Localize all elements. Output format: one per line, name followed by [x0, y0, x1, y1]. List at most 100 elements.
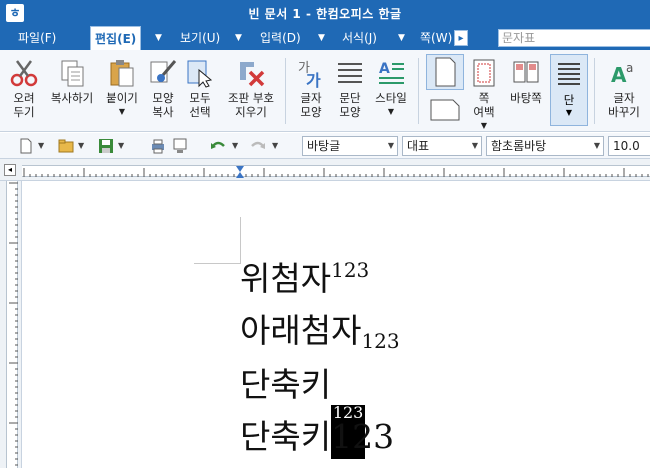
chevron-down-icon[interactable]: ▼ [272, 141, 278, 150]
window-title: 빈 문서 1 - 한컴오피스 한글 [248, 7, 402, 21]
tab-file[interactable]: 파일(F) [14, 26, 60, 50]
chevron-down-icon[interactable]: ▼ [235, 26, 242, 50]
chevron-down-icon[interactable]: ▼ [38, 141, 44, 150]
chevron-down-icon[interactable]: ▼ [100, 105, 144, 119]
chevron-down-icon[interactable]: ▼ [466, 119, 502, 133]
ruler-ticks [23, 166, 649, 178]
line-text: 단축키 [240, 365, 332, 404]
select-all-button[interactable]: 모두 선택 [182, 58, 218, 119]
open-folder-icon[interactable] [58, 138, 74, 154]
cut-button[interactable]: 오려 두기 [6, 58, 42, 119]
chevron-down-icon: ▼ [471, 141, 478, 150]
page-margin-icon [469, 58, 499, 88]
clear-codes-button[interactable]: 조판 부호 지우기 [222, 58, 280, 119]
style-select-value: 바탕글 [307, 139, 341, 153]
print-preview-icon[interactable] [172, 138, 188, 154]
new-document-icon[interactable] [18, 138, 34, 154]
tab-edit[interactable]: 편집(E) [90, 26, 142, 51]
char-shape-icon: 가가 [296, 58, 326, 90]
symbol-search-input[interactable]: 문자표 [498, 29, 650, 47]
chevron-down-icon[interactable]: ▼ [155, 26, 162, 50]
font-select[interactable]: 함초롬바탕 ▼ [486, 136, 604, 156]
font-select-value: 함초롬바탕 [491, 139, 547, 153]
landscape-button[interactable] [426, 96, 464, 127]
document-page[interactable]: 위첨자123 아래첨자123 단축키123 단축키123 [22, 181, 650, 468]
chevron-down-icon[interactable]: ▼ [118, 141, 124, 150]
ribbon-divider [285, 58, 286, 124]
indent-marker-icon[interactable] [236, 172, 244, 178]
page-margin-button[interactable]: 쪽 여백 ▼ [466, 58, 502, 133]
doc-line-superscript[interactable]: 위첨자123 [240, 259, 369, 299]
clipboard-icon [107, 58, 137, 88]
brush-icon [148, 58, 178, 88]
ribbon-divider [594, 58, 595, 124]
doc-line-subscript[interactable]: 아래첨자123 [240, 311, 400, 351]
ruler-corner-icon[interactable]: ◂ [4, 164, 16, 176]
line-text: 아래첨자 [240, 311, 362, 350]
chevron-down-icon: ▼ [593, 141, 600, 150]
vruler-track [6, 181, 18, 468]
ribbon-divider [418, 58, 419, 124]
para-shape-button[interactable]: 문단 모양 [332, 58, 368, 119]
chevron-down-icon[interactable]: ▼ [78, 141, 84, 150]
indent-marker-icon[interactable] [236, 166, 244, 172]
style-icon: A [376, 58, 406, 88]
svg-text:a: a [626, 61, 633, 75]
line-text: 단축키 [240, 417, 332, 456]
columns-icon [551, 59, 587, 92]
style-button[interactable]: A 스타일 ▼ [370, 58, 412, 119]
change-case-button[interactable]: Aa 글자 바꾸기 [600, 58, 648, 119]
chevron-down-icon[interactable]: ▼ [370, 105, 412, 119]
tab-page[interactable]: 쪽(W) [416, 26, 456, 50]
vruler-ticks [9, 182, 18, 466]
tab-insert[interactable]: 입력(D) [256, 26, 305, 50]
title-bar: ㅎ 빈 문서 1 - 한컴오피스 한글 [0, 0, 650, 26]
chevron-down-icon[interactable]: ▼ [398, 26, 405, 50]
char-shape-button[interactable]: 가가 글자 모양 [292, 58, 330, 119]
language-select-value: 대표 [407, 139, 430, 153]
tab-view[interactable]: 보기(U) [176, 26, 224, 50]
master-page-button[interactable]: 바탕쪽 [504, 58, 548, 105]
menu-bar: 파일(F) 편집(E) ▼ 보기(U) ▼ 입력(D) ▼ 서식(J) ▼ 쪽(… [0, 26, 650, 51]
vertical-ruler[interactable] [0, 181, 22, 468]
chevron-down-icon: ▼ [387, 141, 394, 150]
redo-icon[interactable] [250, 138, 266, 154]
portrait-page-icon [435, 57, 456, 87]
portrait-button[interactable] [426, 54, 464, 90]
chevron-down-icon[interactable]: ▼ [551, 108, 587, 117]
svg-text:가: 가 [306, 71, 321, 88]
tab-format[interactable]: 서식(J) [338, 26, 381, 50]
para-style-select[interactable]: 바탕글 ▼ [302, 136, 398, 156]
print-icon[interactable] [150, 138, 166, 154]
line-text: 위첨자 [240, 259, 332, 298]
copy-button[interactable]: 복사하기 [46, 58, 98, 105]
change-case-icon: Aa [609, 58, 639, 88]
more-tabs-icon[interactable]: ▸ [454, 30, 468, 46]
svg-text:A: A [611, 63, 627, 87]
chevron-down-icon[interactable]: ▼ [318, 26, 325, 50]
superscript-text: 123 [331, 258, 370, 282]
columns-button[interactable]: 단 ▼ [550, 54, 588, 126]
horizontal-ruler[interactable]: ◂ [0, 159, 650, 181]
ribbon: 오려 두기 복사하기 붙이기 ▼ 모양 복사 모두 선택 조판 부호 지우기 가… [0, 50, 650, 132]
font-size-select[interactable]: 10.0 [608, 136, 650, 156]
cursor-select-icon [185, 58, 215, 88]
doc-line-shortcut[interactable]: 단축키123 [240, 417, 394, 457]
paragraph-icon [335, 58, 365, 88]
normal-script-text: 123 [331, 417, 395, 456]
save-icon[interactable] [98, 138, 114, 154]
language-select[interactable]: 대표 ▼ [402, 136, 482, 156]
paste-button[interactable]: 붙이기 ▼ [100, 58, 144, 119]
quick-toolbar: ▼ ▼ ▼ ▼ ▼ 바탕글 ▼ 대표 ▼ 함초롬바탕 ▼ 10.0 [0, 133, 650, 159]
margin-guide [194, 263, 241, 264]
undo-icon[interactable] [210, 138, 226, 154]
master-page-icon [511, 58, 541, 88]
chevron-down-icon[interactable]: ▼ [232, 141, 238, 150]
copy-icon [57, 58, 87, 88]
subscript-text: 123 [361, 329, 400, 353]
scissors-icon [9, 58, 39, 88]
margin-guide [240, 217, 241, 263]
svg-text:A: A [379, 61, 390, 77]
format-copy-button[interactable]: 모양 복사 [146, 58, 180, 119]
landscape-page-icon [430, 99, 460, 121]
